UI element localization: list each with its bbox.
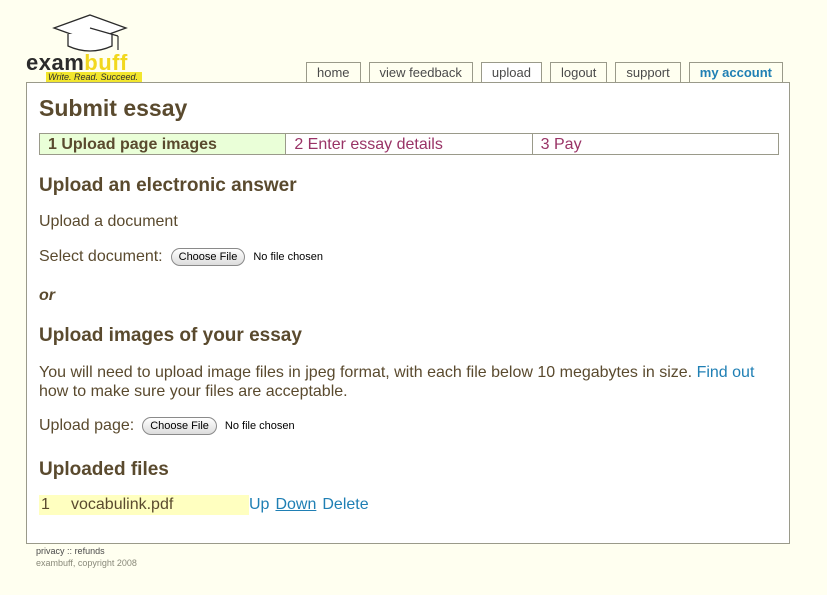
tab-logout[interactable]: logout (549, 62, 608, 82)
step-upload-page-images: 1 Upload page images (40, 134, 287, 154)
images-description-tail: how to make sure your files are acceptab… (39, 383, 348, 400)
choose-document-button[interactable]: Choose File (170, 248, 246, 266)
copyright: exambuff, copyright 2008 (36, 558, 137, 568)
file-number: 1 (41, 496, 50, 513)
uploaded-file-row: 1 vocabulink.pdf (39, 495, 249, 515)
electronic-heading: Upload an electronic answer (39, 175, 297, 196)
move-up-link[interactable]: Up (249, 496, 269, 514)
tab-my-account[interactable]: my account (688, 62, 784, 82)
page-title: Submit essay (39, 95, 188, 121)
images-description-text: You will need to upload image files in j… (39, 364, 693, 381)
refunds-link[interactable]: refunds (75, 546, 105, 556)
brand-tagline: Write. Read. Succeed. (48, 72, 139, 82)
document-file-status: No file chosen (253, 251, 324, 263)
tab-home[interactable]: home (306, 62, 361, 82)
step-enter-essay-details[interactable]: 2 Enter essay details (286, 134, 533, 154)
upload-document-subheading: Upload a document (39, 213, 178, 230)
select-document-label: Select document: (39, 248, 163, 265)
step-pay[interactable]: 3 Pay (533, 134, 778, 154)
brand-wordmark: exambuff (26, 52, 128, 74)
move-down-link[interactable]: Down (275, 496, 316, 514)
delete-link[interactable]: Delete (322, 496, 368, 514)
select-document-row: Select document: Choose File No file cho… (39, 248, 323, 266)
progress-steps: 1 Upload page images 2 Enter essay detai… (39, 133, 779, 155)
images-description: You will need to upload image files in j… (39, 363, 779, 401)
images-heading: Upload images of your essay (39, 325, 302, 346)
file-name: vocabulink.pdf (71, 496, 174, 513)
uploaded-files-heading: Uploaded files (39, 459, 169, 480)
footer-links: privacy :: refunds (36, 545, 137, 557)
privacy-link[interactable]: privacy (36, 546, 65, 556)
logo[interactable]: exambuff Write. Read. Succeed. (24, 14, 154, 84)
tab-support[interactable]: support (615, 62, 681, 82)
or-separator: or (39, 287, 55, 304)
file-actions: Up Down Delete (249, 496, 369, 514)
footer: privacy :: refunds exambuff, copyright 2… (36, 545, 137, 569)
page-file-status: No file chosen (224, 420, 295, 432)
main-nav: home view feedback upload logout support… (306, 62, 784, 83)
content-panel: Submit essay 1 Upload page images 2 Ente… (26, 82, 790, 544)
upload-page-label: Upload page: (39, 417, 135, 434)
find-out-link[interactable]: Find out (697, 364, 755, 381)
choose-page-button[interactable]: Choose File (142, 417, 217, 435)
upload-page-row: Upload page: Choose File No file chosen (39, 417, 295, 435)
tab-view-feedback[interactable]: view feedback (368, 62, 473, 82)
tab-upload[interactable]: upload (480, 62, 542, 83)
footer-separator: :: (67, 546, 73, 556)
